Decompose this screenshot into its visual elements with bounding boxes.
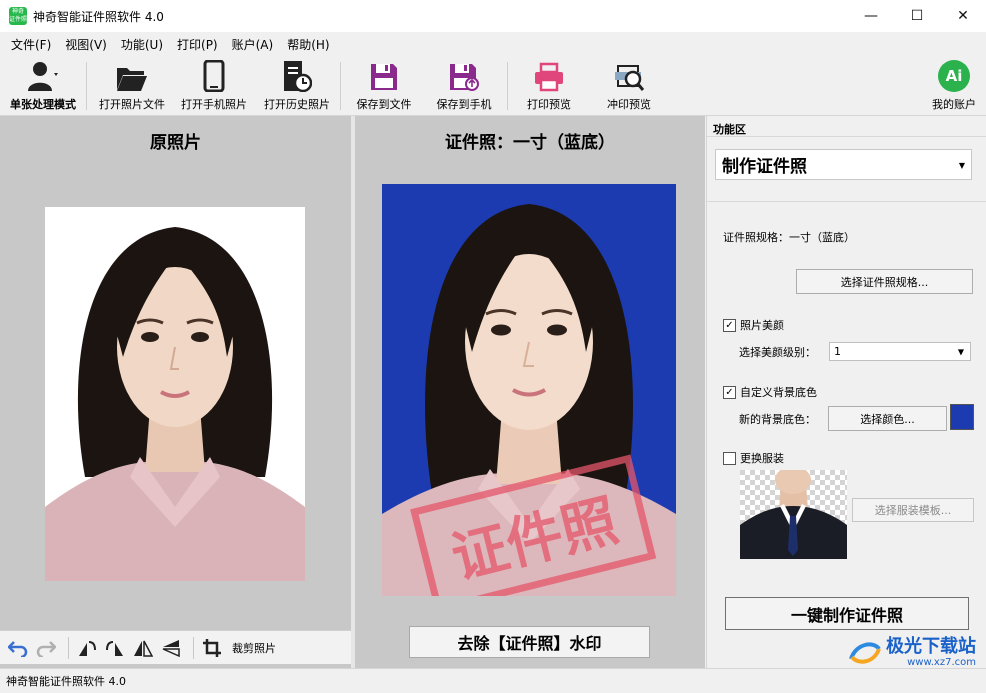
open-history-label: 打开历史照片 (264, 98, 330, 111)
save-phone-label: 保存到手机 (436, 98, 492, 111)
history-file-icon (284, 61, 312, 92)
minimize-button[interactable]: — (848, 0, 894, 32)
status-text: 神奇智能证件照软件 4.0 (6, 675, 126, 688)
original-photo-panel: 原照片 (0, 116, 351, 668)
one-click-make-button[interactable]: 一键制作证件照 (725, 597, 969, 630)
print-preview-label: 打印预览 (527, 98, 571, 111)
menu-account[interactable]: 账户(A) (225, 36, 281, 53)
save-file-button[interactable]: 保存到文件 (350, 56, 418, 116)
chevron-down-icon: ▼ (958, 159, 965, 170)
print-magnify-icon (615, 65, 645, 91)
undo-icon (8, 640, 28, 657)
beauty-level-select[interactable]: 1 ▼ (829, 342, 971, 361)
flip-vertical-icon (162, 639, 180, 657)
rotate-right-icon (106, 640, 123, 656)
print-preview-button[interactable]: 打印预览 (516, 56, 582, 116)
rotate-left-button[interactable] (75, 636, 99, 660)
site-brand-logo: 极光下载站 www.xz7.com (848, 638, 976, 668)
crop-label[interactable]: 裁剪照片 (232, 640, 276, 656)
save-disk-icon (371, 64, 397, 90)
bg-color-checkbox-mark[interactable]: ✓ (723, 385, 736, 399)
maximize-button[interactable]: ☐ (894, 0, 940, 32)
beauty-checkbox[interactable]: ✓ 照片美颜 (723, 317, 784, 333)
new-bg-color-label: 新的背景底色： (739, 413, 816, 426)
flip-horizontal-icon (134, 640, 153, 657)
save-phone-icon (450, 64, 479, 91)
redo-icon (36, 640, 56, 657)
function-area: 功能区 制作证件照 ▼ 证件照规格：一寸（蓝底） 选择证件照规格... ✓ 照片… (706, 116, 986, 668)
change-clothes-checkbox-label: 更换服装 (740, 452, 784, 465)
brand-name: 极光下载站 (886, 636, 976, 657)
person-icon (28, 62, 58, 91)
beauty-checkbox-label: 照片美颜 (740, 319, 784, 332)
folder-open-icon (117, 68, 147, 91)
save-phone-button[interactable]: 保存到手机 (430, 56, 498, 116)
choose-clothes-button[interactable]: 选择服装模板... (852, 498, 974, 522)
photo-print-preview-button[interactable]: 冲印预览 (596, 56, 662, 116)
rotate-right-button[interactable] (103, 636, 127, 660)
id-photo-panel: 证件照：一寸（蓝底） 证件照 (355, 116, 705, 668)
mode-select-value: 制作证件照 (722, 157, 807, 177)
toolbar: 单张处理模式 打开照片文件 打开手机照片 打开历史照片 保存到文件 保存到手机 … (0, 56, 986, 116)
beauty-checkbox-mark[interactable]: ✓ (723, 318, 736, 332)
chevron-down-icon: ▼ (957, 347, 964, 356)
change-clothes-checkbox[interactable]: 更换服装 (723, 450, 784, 466)
beauty-level-label: 选择美颜级别： (739, 346, 816, 359)
menu-bar: 文件(F) 视图(V) 功能(U) 打印(P) 账户(A) 帮助(H) (0, 32, 986, 56)
save-file-label: 保存到文件 (356, 98, 412, 111)
choose-spec-button[interactable]: 选择证件照规格... (796, 269, 973, 294)
menu-help[interactable]: 帮助(H) (280, 36, 336, 53)
flip-vertical-button[interactable] (159, 636, 183, 660)
menu-print[interactable]: 打印(P) (170, 36, 225, 53)
id-photo-title: 证件照：一寸（蓝底） (445, 133, 615, 153)
single-mode-label: 单张处理模式 (10, 98, 76, 111)
open-photo-label: 打开照片文件 (99, 98, 165, 111)
open-photo-button[interactable]: 打开照片文件 (94, 56, 170, 116)
printer-icon (535, 62, 563, 92)
account-ai-icon: Ai (938, 60, 970, 92)
bg-color-swatch[interactable] (950, 404, 974, 430)
original-photo-image (45, 207, 305, 581)
title-bar: 神奇 证件照 神奇智能证件照软件 4.0 — ☐ ✕ (0, 0, 986, 32)
edit-toolbar: 裁剪照片 (0, 630, 351, 664)
open-phone-label: 打开手机照片 (181, 98, 247, 111)
spec-label: 证件照规格：一寸（蓝底） (723, 231, 855, 244)
bg-color-checkbox[interactable]: ✓ 自定义背景底色 (723, 384, 817, 400)
open-phone-button[interactable]: 打开手机照片 (176, 56, 252, 116)
menu-function[interactable]: 功能(U) (114, 36, 170, 53)
change-clothes-checkbox-mark[interactable] (723, 451, 736, 465)
brand-url: www.xz7.com (907, 657, 976, 668)
my-account-label: 我的账户 (932, 98, 976, 111)
remove-watermark-button[interactable]: 去除【证件照】水印 (409, 626, 650, 658)
undo-button[interactable] (6, 636, 30, 660)
id-photo-image: 证件照 (382, 184, 676, 596)
photo-print-preview-label: 冲印预览 (607, 98, 651, 111)
status-bar: 神奇智能证件照软件 4.0 (0, 668, 986, 693)
function-area-header: 功能区 (713, 123, 746, 136)
crop-button[interactable] (200, 636, 224, 660)
beauty-level-value: 1 (834, 345, 841, 358)
menu-file[interactable]: 文件(F) (4, 36, 58, 53)
choose-color-button[interactable]: 选择颜色... (828, 406, 947, 431)
flip-horizontal-button[interactable] (131, 636, 155, 660)
clothes-template-preview (740, 470, 847, 559)
close-button[interactable]: ✕ (940, 0, 986, 32)
brand-swirl-icon (849, 642, 881, 664)
crop-icon (203, 638, 221, 657)
mode-select[interactable]: 制作证件照 ▼ (715, 149, 972, 180)
rotate-left-icon (79, 640, 96, 656)
menu-view[interactable]: 视图(V) (58, 36, 114, 53)
single-mode-button[interactable]: 单张处理模式 (4, 56, 82, 116)
phone-icon (203, 60, 225, 92)
my-account-button[interactable]: Ai 我的账户 (926, 56, 982, 116)
app-logo-text: 神奇 证件照 (9, 8, 28, 23)
open-history-button[interactable]: 打开历史照片 (258, 56, 336, 116)
redo-button[interactable] (34, 636, 58, 660)
original-photo-title: 原照片 (150, 133, 201, 153)
bg-color-checkbox-label: 自定义背景底色 (740, 386, 817, 399)
app-logo-icon: 神奇 证件照 (9, 7, 27, 25)
window-title: 神奇智能证件照软件 4.0 (33, 9, 164, 24)
